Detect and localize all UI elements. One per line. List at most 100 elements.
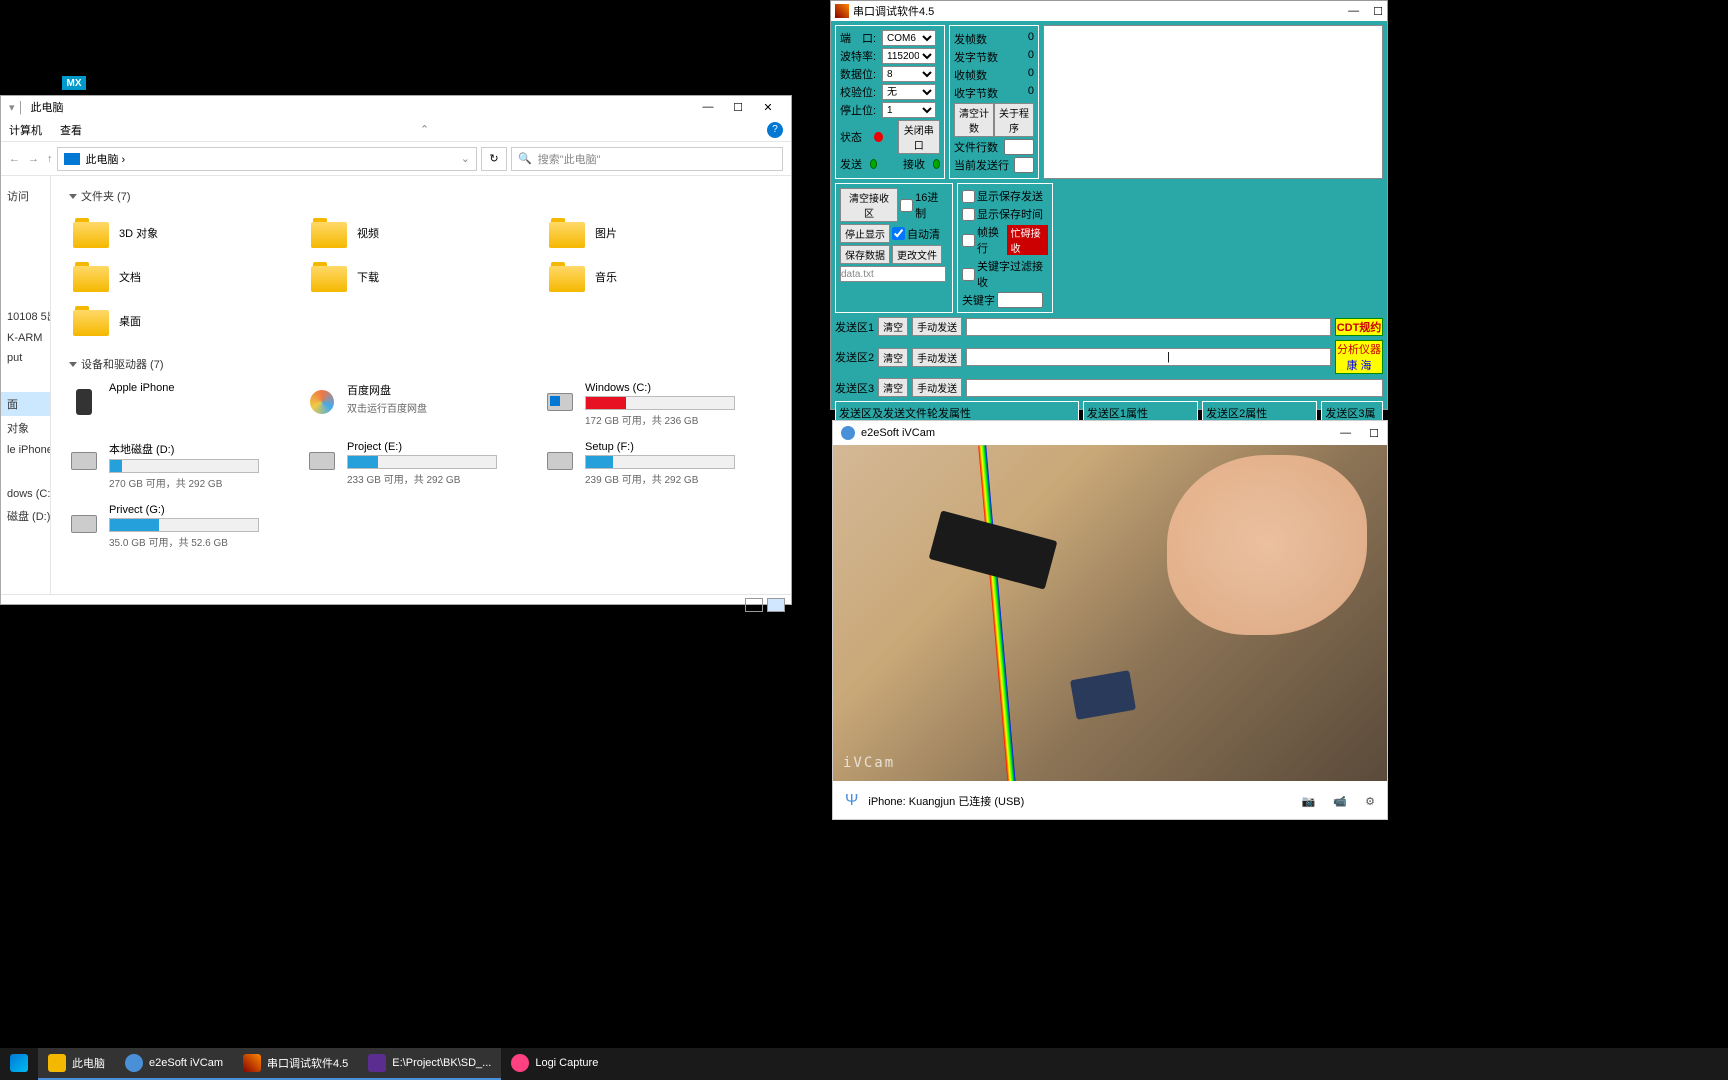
change-file-button[interactable]: 更改文件 bbox=[892, 245, 942, 264]
sidebar-item[interactable]: dows (C:) bbox=[1, 484, 50, 504]
parity-select[interactable]: 无 bbox=[882, 84, 936, 100]
devices-header[interactable]: 设备和驱动器 (7) bbox=[69, 352, 773, 376]
dropdown-icon[interactable]: ⌄ bbox=[461, 152, 470, 165]
back-button[interactable]: ← bbox=[9, 153, 20, 165]
details-view-button[interactable] bbox=[745, 598, 763, 612]
device-item[interactable]: Privect (G:)35.0 GB 可用，共 52.6 GB bbox=[69, 504, 297, 549]
mx-desktop-icon[interactable]: MX bbox=[62, 76, 86, 90]
sidebar-item[interactable] bbox=[1, 256, 50, 280]
close-port-button[interactable]: 关闭串口 bbox=[898, 120, 940, 154]
sidebar-item[interactable]: 访问 bbox=[1, 184, 50, 208]
save-data-button[interactable]: 保存数据 bbox=[840, 245, 890, 264]
device-item[interactable]: Windows (C:)172 GB 可用，共 236 GB bbox=[545, 382, 773, 427]
vendor-badge[interactable]: 分析仪器康 海 bbox=[1335, 340, 1383, 374]
tab-computer[interactable]: 计算机 bbox=[9, 122, 42, 138]
folder-item[interactable]: 图片 bbox=[545, 214, 773, 252]
cdt-badge[interactable]: CDT规约 bbox=[1335, 318, 1383, 336]
explorer-titlebar[interactable]: ▾ │ 此电脑 — ☐ ✕ bbox=[1, 96, 791, 118]
sidebar-item[interactable]: 磁盘 (D:) bbox=[1, 504, 50, 528]
sidebar-item[interactable] bbox=[1, 368, 50, 392]
taskbar-serial[interactable]: 串口调试软件4.5 bbox=[233, 1048, 358, 1080]
clear-send2-button[interactable]: 清空 bbox=[878, 348, 908, 367]
stopbits-select[interactable]: 1 bbox=[882, 102, 936, 118]
snapshot-button[interactable]: 📷 bbox=[1302, 795, 1316, 808]
device-item[interactable]: Setup (F:)239 GB 可用，共 292 GB bbox=[545, 441, 773, 490]
cur-line-field[interactable] bbox=[1014, 157, 1034, 173]
sidebar-item[interactable]: K-ARM bbox=[1, 328, 50, 348]
sidebar-item[interactable]: put bbox=[1, 348, 50, 368]
clear-recv-button[interactable]: 清空接收区 bbox=[840, 188, 898, 222]
taskbar-explorer[interactable]: 此电脑 bbox=[38, 1048, 115, 1080]
folder-item[interactable]: 3D 对象 bbox=[69, 214, 297, 252]
maximize-button[interactable]: ☐ bbox=[723, 97, 753, 117]
clear-send1-button[interactable]: 清空 bbox=[878, 317, 908, 336]
record-button[interactable]: 📹 bbox=[1333, 795, 1347, 808]
folder-item[interactable]: 视频 bbox=[307, 214, 535, 252]
frame-wrap-checkbox[interactable] bbox=[962, 234, 975, 247]
sidebar-item[interactable] bbox=[1, 280, 50, 304]
keyword-filter-checkbox[interactable] bbox=[962, 268, 975, 281]
send1-input[interactable] bbox=[966, 318, 1331, 336]
folder-item[interactable]: 音乐 bbox=[545, 258, 773, 296]
tab-view[interactable]: 查看 bbox=[60, 122, 82, 138]
show-save-time-checkbox[interactable] bbox=[962, 208, 975, 221]
nav-pane[interactable]: 访问 10108 5出口 K-ARM put 面 对象 le iPhone do… bbox=[1, 176, 51, 594]
send2-input[interactable]: | bbox=[966, 348, 1331, 366]
folders-header[interactable]: 文件夹 (7) bbox=[69, 184, 773, 208]
manual-send3-button[interactable]: 手动发送 bbox=[912, 378, 962, 397]
taskbar-ivcam[interactable]: e2eSoft iVCam bbox=[115, 1048, 233, 1080]
send3-input[interactable] bbox=[966, 379, 1383, 397]
maximize-button[interactable]: ☐ bbox=[1369, 427, 1379, 440]
send-row-1: 发送区1 清空 手动发送 CDT规约 bbox=[835, 317, 1383, 336]
help-icon[interactable]: ? bbox=[767, 122, 783, 138]
manual-send2-button[interactable]: 手动发送 bbox=[912, 348, 962, 367]
folder-item[interactable]: 文档 bbox=[69, 258, 297, 296]
minimize-button[interactable]: — bbox=[1340, 427, 1351, 440]
forward-button[interactable]: → bbox=[28, 153, 39, 165]
clear-send3-button[interactable]: 清空 bbox=[878, 378, 908, 397]
refresh-button[interactable]: ↻ bbox=[481, 147, 507, 171]
up-button[interactable]: ↑ bbox=[47, 153, 53, 165]
baud-select[interactable]: 115200 bbox=[882, 48, 936, 64]
address-bar[interactable]: 此电脑 › ⌄ bbox=[57, 147, 478, 171]
maximize-button[interactable]: ☐ bbox=[1373, 5, 1383, 18]
minimize-button[interactable]: — bbox=[693, 97, 723, 117]
settings-button[interactable]: ⚙ bbox=[1365, 795, 1375, 808]
hex-checkbox[interactable] bbox=[900, 199, 913, 212]
filename-field[interactable] bbox=[840, 266, 946, 282]
device-item[interactable]: 百度网盘双击运行百度网盘 bbox=[307, 382, 535, 427]
keyword-field[interactable] bbox=[997, 292, 1043, 308]
taskbar-vs[interactable]: E:\Project\BK\SD_... bbox=[358, 1048, 501, 1080]
folder-item[interactable]: 下载 bbox=[307, 258, 535, 296]
device-item[interactable]: Project (E:)233 GB 可用，共 292 GB bbox=[307, 441, 535, 490]
sidebar-item[interactable]: le iPhone bbox=[1, 440, 50, 460]
ribbon-expand-icon[interactable]: ⌃ bbox=[420, 123, 429, 136]
taskbar-logi[interactable]: Logi Capture bbox=[501, 1048, 608, 1080]
sidebar-item-thispc[interactable]: 面 bbox=[1, 392, 50, 416]
sidebar-item[interactable] bbox=[1, 232, 50, 256]
clear-count-button[interactable]: 清空计数 bbox=[954, 103, 994, 137]
device-item[interactable]: Apple iPhone bbox=[69, 382, 297, 427]
sidebar-item[interactable]: 对象 bbox=[1, 416, 50, 440]
folder-item[interactable]: 桌面 bbox=[69, 302, 297, 340]
file-lines-field[interactable] bbox=[1004, 139, 1034, 155]
manual-send1-button[interactable]: 手动发送 bbox=[912, 317, 962, 336]
sidebar-item[interactable] bbox=[1, 208, 50, 232]
stop-display-button[interactable]: 停止显示 bbox=[840, 224, 890, 243]
search-box[interactable]: 🔍 搜索"此电脑" bbox=[511, 147, 783, 171]
receive-textarea[interactable] bbox=[1043, 25, 1383, 179]
start-button[interactable] bbox=[0, 1048, 38, 1080]
close-button[interactable]: ✕ bbox=[753, 97, 783, 117]
ivcam-titlebar[interactable]: e2eSoft iVCam — ☐ bbox=[833, 421, 1387, 445]
port-select[interactable]: COM6 bbox=[882, 30, 936, 46]
databits-select[interactable]: 8 bbox=[882, 66, 936, 82]
device-item[interactable]: 本地磁盘 (D:)270 GB 可用，共 292 GB bbox=[69, 441, 297, 490]
autoclear-checkbox[interactable] bbox=[892, 227, 905, 240]
sidebar-item[interactable] bbox=[1, 460, 50, 484]
show-save-send-checkbox[interactable] bbox=[962, 190, 975, 203]
serial-titlebar[interactable]: 串口调试软件4.5 — ☐ bbox=[831, 1, 1387, 21]
about-button[interactable]: 关于程序 bbox=[994, 103, 1034, 137]
minimize-button[interactable]: — bbox=[1348, 5, 1359, 18]
sidebar-item[interactable]: 10108 5出口 bbox=[1, 304, 50, 328]
icons-view-button[interactable] bbox=[767, 598, 785, 612]
